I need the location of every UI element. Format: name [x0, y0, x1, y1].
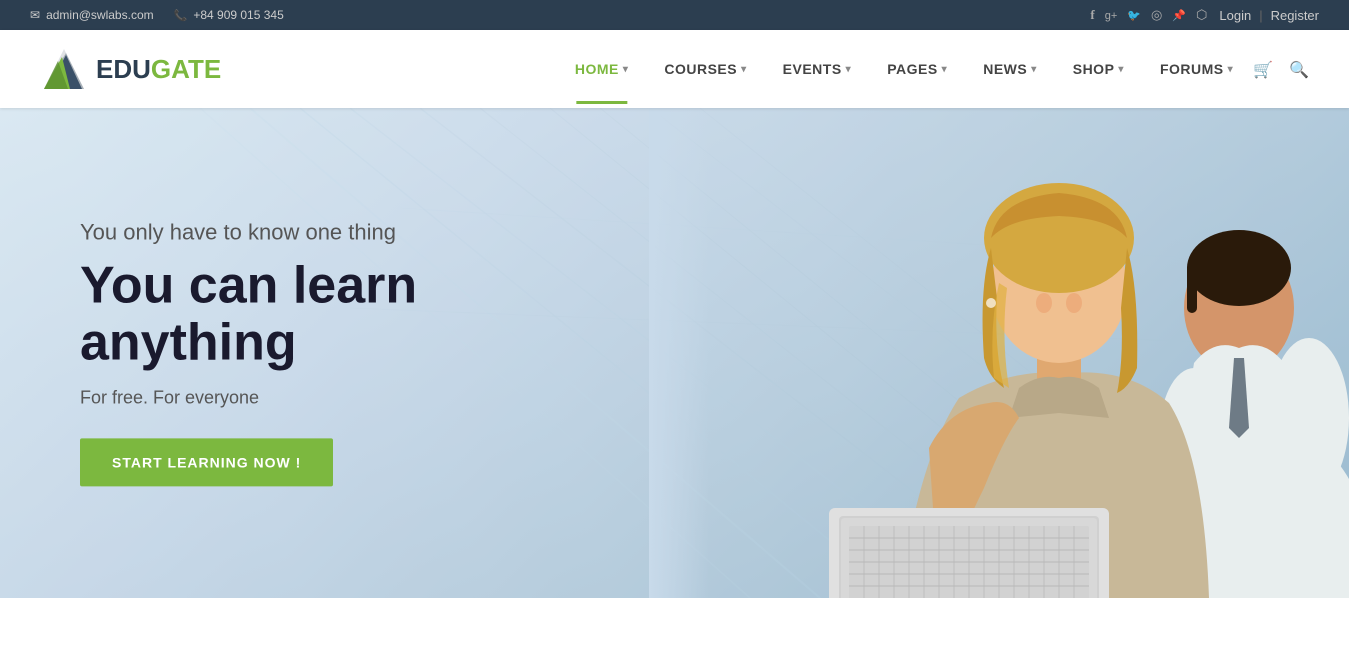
hero-description: For free. For everyone — [80, 388, 580, 409]
nav-news-arrow: ▾ — [1031, 64, 1037, 75]
nav-events-arrow: ▾ — [846, 64, 852, 75]
nav-courses[interactable]: COURSES ▾ — [648, 49, 762, 89]
nav-courses-arrow: ▾ — [741, 64, 747, 75]
nav-forums[interactable]: FORUMS ▾ — [1144, 49, 1249, 89]
header: EDUGATE HOME ▾ COURSES ▾ EVENTS ▾ PAGES … — [0, 30, 1349, 108]
email-icon — [30, 8, 40, 22]
logo-icon — [40, 45, 88, 93]
nav-shop[interactable]: SHOP ▾ — [1057, 49, 1140, 89]
nav-events[interactable]: EVENTS ▾ — [767, 49, 868, 89]
facebook-icon[interactable] — [1090, 7, 1094, 23]
logo[interactable]: EDUGATE — [40, 45, 221, 93]
nav-utilities — [1253, 59, 1309, 80]
hero-people-illustration — [649, 108, 1349, 598]
auth-divider: | — [1259, 8, 1262, 23]
hero-subtitle: You only have to know one thing — [80, 219, 580, 245]
googleplus-icon[interactable] — [1105, 7, 1118, 23]
instagram-icon[interactable] — [1196, 7, 1207, 23]
hero-cta-button[interactable]: START LEARNING NOW ! — [80, 439, 333, 487]
login-link[interactable]: Login — [1219, 8, 1251, 23]
register-link[interactable]: Register — [1271, 8, 1319, 23]
email-contact[interactable]: admin@swlabs.com — [30, 8, 154, 22]
search-icon[interactable] — [1289, 59, 1309, 80]
top-bar-right: Login | Register — [1090, 7, 1319, 23]
cart-icon[interactable] — [1253, 59, 1273, 80]
social-icons — [1090, 7, 1207, 23]
email-address: admin@swlabs.com — [46, 8, 154, 22]
hero-title: You can learn anything — [80, 257, 580, 371]
nav-news[interactable]: NEWS ▾ — [967, 49, 1053, 89]
pinterest-icon[interactable] — [1172, 7, 1186, 23]
top-bar: admin@swlabs.com +84 909 015 345 Login |… — [0, 0, 1349, 30]
logo-text: EDUGATE — [96, 54, 221, 85]
phone-icon — [174, 8, 188, 22]
top-bar-contacts: admin@swlabs.com +84 909 015 345 — [30, 8, 284, 22]
twitter-icon[interactable] — [1127, 7, 1141, 23]
main-nav: HOME ▾ COURSES ▾ EVENTS ▾ PAGES ▾ NEWS ▾… — [559, 49, 1309, 89]
phone-number: +84 909 015 345 — [193, 8, 283, 22]
nav-forums-arrow: ▾ — [1228, 64, 1234, 75]
nav-pages-arrow: ▾ — [942, 64, 948, 75]
nav-home[interactable]: HOME ▾ — [559, 49, 645, 89]
hero-section: You only have to know one thing You can … — [0, 108, 1349, 598]
hero-content: You only have to know one thing You can … — [80, 219, 580, 486]
nav-shop-arrow: ▾ — [1118, 64, 1124, 75]
nav-home-arrow: ▾ — [623, 64, 629, 75]
nav-pages[interactable]: PAGES ▾ — [871, 49, 963, 89]
phone-contact[interactable]: +84 909 015 345 — [174, 8, 284, 22]
auth-links: Login | Register — [1219, 8, 1319, 23]
dribbble-icon[interactable] — [1151, 7, 1162, 23]
